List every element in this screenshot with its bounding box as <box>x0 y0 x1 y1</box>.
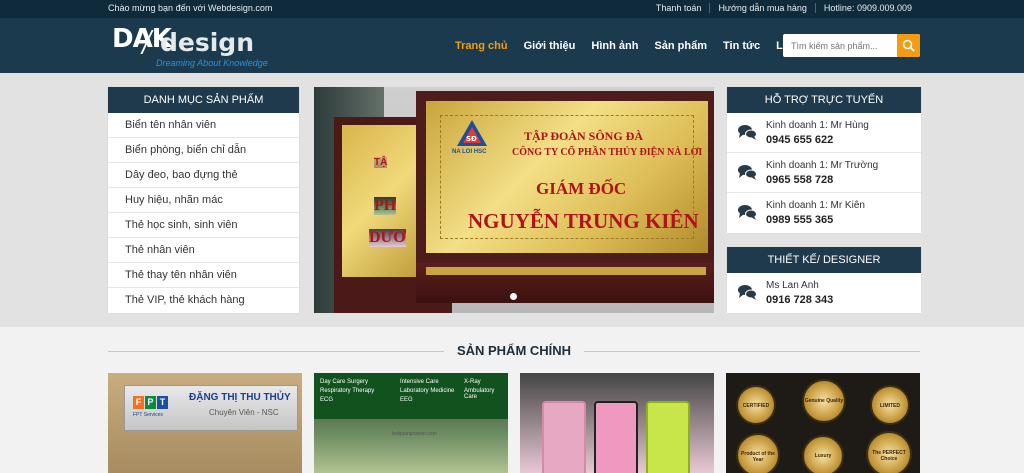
support-panel: HỖ TRỢ TRỰC TUYẾN Kinh doanh 1: Mr Hùng … <box>727 87 921 233</box>
product-thumb-seals[interactable]: CERTIFIED Genuine Quality LIMITED Produc… <box>726 373 920 473</box>
category-item[interactable]: Huy hiệu, nhãn mác <box>108 188 299 213</box>
slider-dot[interactable] <box>510 293 517 300</box>
category-panel: DANH MỤC SẢN PHẨM Biển tên nhân viên Biể… <box>108 87 299 313</box>
support-phone[interactable]: 0989 555 365 <box>766 214 833 226</box>
fpt-logo-icon: FPT <box>133 394 169 409</box>
plaque-line-2: CÔNG TY CỔ PHẦN THỦY ĐIỆN NÀ LƠI <box>512 147 703 158</box>
category-item[interactable]: Thẻ thay tên nhân viên <box>108 263 299 288</box>
chat-icon <box>738 205 757 220</box>
search-box <box>783 34 920 57</box>
support-contact[interactable]: Kinh doanh 1: Mr Trường 0965 558 728 <box>727 153 921 193</box>
chat-icon <box>738 125 757 140</box>
nav-products[interactable]: Sản phẩm <box>654 40 707 52</box>
category-item[interactable]: Thẻ VIP, thẻ khách hàng <box>108 288 299 313</box>
plaque-line-3: GIÁM ĐỐC <box>536 179 627 198</box>
support-phone[interactable]: 0965 558 728 <box>766 174 833 186</box>
product-thumb-card-holders[interactable] <box>520 373 714 473</box>
search-button[interactable] <box>897 34 920 57</box>
category-item[interactable]: Biển phòng, biển chỉ dẫn <box>108 138 299 163</box>
logo-word: design <box>160 28 254 57</box>
product-thumb-hospital-sign[interactable]: Day Care Surgery Respiratory Therapy ECG… <box>314 373 508 473</box>
top-link-hotline[interactable]: Hotline: 0909.009.009 <box>814 3 920 13</box>
nav-about[interactable]: Giới thiệu <box>524 40 576 52</box>
category-list: Biển tên nhân viên Biển phòng, biển chỉ … <box>108 113 299 313</box>
designer-phone[interactable]: 0916 728 343 <box>766 294 833 306</box>
support-phone[interactable]: 0945 655 622 <box>766 134 833 146</box>
plaque-line-1: TẬP ĐOÀN SÔNG ĐÀ <box>524 129 644 143</box>
top-link-payment[interactable]: Thanh toán <box>648 3 710 13</box>
top-link-guide[interactable]: Hướng dẫn mua hàng <box>709 3 814 13</box>
designer-contact[interactable]: Ms Lan Anh 0916 728 343 <box>727 273 921 313</box>
front-plaque: SĐ NA LOI HSC TẬP ĐOÀN SÔNG ĐÀ CÔNG TY C… <box>416 91 714 303</box>
top-bar: Chào mừng bạn đến với Webdesign.com Than… <box>0 0 1024 18</box>
search-input[interactable] <box>783 34 897 57</box>
category-item[interactable]: Thẻ nhân viên <box>108 238 299 263</box>
chat-icon <box>738 165 757 180</box>
logo-tagline: Dreaming About Knowledge <box>156 58 268 68</box>
welcome-text: Chào mừng bạn đến với Webdesign.com <box>108 3 273 13</box>
svg-text:SĐ: SĐ <box>466 135 477 143</box>
nav-news[interactable]: Tin tức <box>723 40 760 52</box>
plaque-line-4: NGUYỄN TRUNG KIÊN <box>468 209 699 233</box>
main-nav: Trang chủ Giới thiệu Hình ảnh Sản phẩm T… <box>455 40 831 52</box>
top-links: Thanh toán Hướng dẫn mua hàng Hotline: 0… <box>648 3 920 13</box>
site-header: DAK design Dreaming About Knowledge Tran… <box>0 18 1024 73</box>
support-panel-title: HỖ TRỢ TRỰC TUYẾN <box>727 87 921 113</box>
company-logo-caption: NA LOI HSC <box>452 149 487 155</box>
search-icon <box>902 39 915 52</box>
chat-icon <box>738 285 757 300</box>
hero-slider[interactable]: TẬ PH DƯƠ SĐ NA LOI HSC TẬP ĐOÀN SÔNG ĐÀ… <box>314 87 714 313</box>
designer-name: Ms Lan Anh <box>766 280 819 291</box>
badge-title: Chuyên Viên - NSC <box>209 408 279 417</box>
support-name: Kinh doanh 1: Mr Hùng <box>766 120 869 131</box>
company-logo-icon: SĐ <box>457 120 487 146</box>
category-item[interactable]: Thẻ học sinh, sinh viên <box>108 213 299 238</box>
products-section-heading: SẢN PHẨM CHÍNH <box>108 343 920 359</box>
category-panel-title: DANH MỤC SẢN PHẨM <box>108 87 299 113</box>
support-name: Kinh doanh 1: Mr Trường <box>766 160 879 171</box>
nav-home[interactable]: Trang chủ <box>455 40 508 52</box>
nav-gallery[interactable]: Hình ảnh <box>591 40 638 52</box>
badge-name: ĐẶNG THỊ THU THỦY <box>189 392 291 403</box>
designer-panel-title: THIẾT KẾ/ DESIGNER <box>727 247 921 273</box>
category-item[interactable]: Dây đeo, bao đựng thẻ <box>108 163 299 188</box>
site-logo[interactable]: DAK design Dreaming About Knowledge <box>112 24 282 68</box>
support-contact[interactable]: Kinh doanh 1: Mr Kiên 0989 555 365 <box>727 193 921 233</box>
support-name: Kinh doanh 1: Mr Kiên <box>766 200 865 211</box>
product-thumb-name-badge[interactable]: FPT FPT Services ĐẶNG THỊ THU THỦY Chuyê… <box>108 373 302 473</box>
products-title: SẢN PHẨM CHÍNH <box>456 343 572 358</box>
designer-panel: THIẾT KẾ/ DESIGNER Ms Lan Anh 0916 728 3… <box>727 247 921 313</box>
category-item[interactable]: Biển tên nhân viên <box>108 113 299 138</box>
support-contact[interactable]: Kinh doanh 1: Mr Hùng 0945 655 622 <box>727 113 921 153</box>
